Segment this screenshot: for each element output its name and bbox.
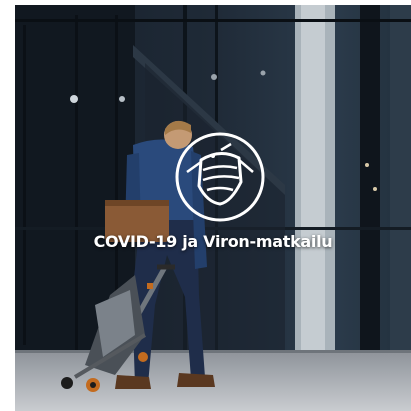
- page: COVID-19 ja Viron-matkailu: [0, 0, 411, 411]
- face-mask-icon: [175, 132, 265, 222]
- covid-travel-card[interactable]: COVID-19 ja Viron-matkailu: [15, 5, 411, 411]
- card-title[interactable]: COVID-19 ja Viron-matkailu: [15, 232, 411, 251]
